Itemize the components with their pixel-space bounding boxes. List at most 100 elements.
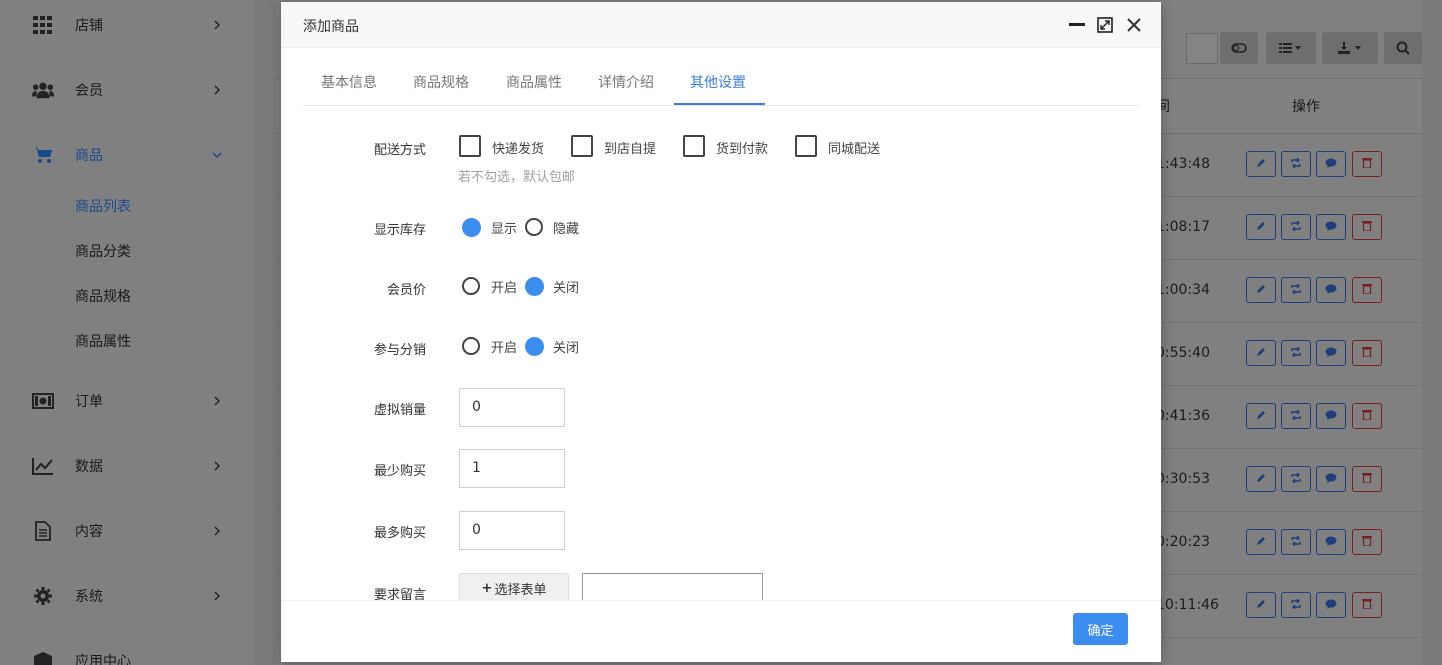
comment-button[interactable] bbox=[1316, 151, 1346, 177]
sync-icon bbox=[1290, 282, 1302, 298]
min-purchase-input[interactable]: 1 bbox=[459, 449, 565, 488]
chevron-right-icon bbox=[212, 461, 222, 471]
delete-button[interactable] bbox=[1352, 277, 1382, 303]
edit-button[interactable] bbox=[1246, 403, 1276, 429]
delete-button[interactable] bbox=[1352, 340, 1382, 366]
comment-button[interactable] bbox=[1316, 592, 1346, 618]
comment-button[interactable] bbox=[1316, 529, 1346, 555]
delete-button[interactable] bbox=[1352, 214, 1382, 240]
sync-button[interactable] bbox=[1281, 214, 1311, 240]
tab-detail-description[interactable]: 详情介绍 bbox=[598, 72, 654, 92]
delivery-method-label: 配送方式 bbox=[373, 143, 426, 158]
show-stock-on-radio[interactable] bbox=[462, 218, 481, 237]
member-price-off-label: 关闭 bbox=[553, 281, 580, 296]
sync-button[interactable] bbox=[1281, 466, 1311, 492]
sidebar-subitem-product-category[interactable]: 商品分类 bbox=[75, 241, 131, 261]
comment-button[interactable] bbox=[1316, 214, 1346, 240]
distribution-off-radio[interactable] bbox=[525, 337, 544, 356]
edit-button[interactable] bbox=[1246, 592, 1276, 618]
express-delivery-checkbox[interactable] bbox=[459, 135, 481, 157]
delete-button[interactable] bbox=[1352, 151, 1382, 177]
dialog-title: 添加商品 bbox=[303, 19, 359, 35]
tab-basic-info[interactable]: 基本信息 bbox=[321, 72, 377, 92]
toggle-columns-button[interactable] bbox=[1220, 32, 1258, 64]
member-price-on-radio[interactable] bbox=[462, 277, 480, 295]
edit-icon bbox=[1256, 219, 1266, 235]
sync-button[interactable] bbox=[1281, 403, 1311, 429]
columns-menu-button[interactable] bbox=[1266, 32, 1316, 64]
minimize-icon[interactable] bbox=[1068, 16, 1086, 34]
same-city-delivery-checkbox[interactable] bbox=[795, 135, 817, 157]
member-price-off-radio[interactable] bbox=[525, 277, 544, 296]
delete-button[interactable] bbox=[1352, 529, 1382, 555]
delete-button[interactable] bbox=[1352, 592, 1382, 618]
sync-button[interactable] bbox=[1281, 277, 1311, 303]
sync-button[interactable] bbox=[1281, 151, 1311, 177]
confirm-button[interactable]: 确定 bbox=[1073, 613, 1128, 645]
edit-button[interactable] bbox=[1246, 340, 1276, 366]
sidebar-item-store[interactable]: 店铺 bbox=[0, 10, 254, 40]
comment-button[interactable] bbox=[1316, 403, 1346, 429]
product-tabs: 基本信息 商品规格 商品属性 详情介绍 其他设置 bbox=[303, 48, 1139, 106]
delete-button[interactable] bbox=[1352, 403, 1382, 429]
comment-button[interactable] bbox=[1316, 340, 1346, 366]
edit-button[interactable] bbox=[1246, 466, 1276, 492]
sidebar-item-system[interactable]: 系统 bbox=[0, 581, 254, 611]
max-purchase-input[interactable]: 0 bbox=[459, 511, 565, 550]
sidebar-item-app-center[interactable]: 应用中心 bbox=[0, 646, 254, 665]
sidebar-item-content[interactable]: 内容 bbox=[0, 516, 254, 546]
sidebar-item-data[interactable]: 数据 bbox=[0, 451, 254, 481]
sync-button[interactable] bbox=[1281, 529, 1311, 555]
edit-button[interactable] bbox=[1246, 151, 1276, 177]
sidebar-subitem-product-spec[interactable]: 商品规格 bbox=[75, 286, 131, 306]
sidebar-item-members[interactable]: 会员 bbox=[0, 75, 254, 105]
store-pickup-checkbox[interactable] bbox=[571, 135, 593, 157]
gear-icon bbox=[32, 585, 54, 607]
maximize-icon[interactable] bbox=[1096, 16, 1114, 34]
edit-icon bbox=[1256, 471, 1266, 487]
trash-icon bbox=[1362, 219, 1372, 235]
distribution-off-label: 关闭 bbox=[553, 341, 580, 356]
tab-product-attribute[interactable]: 商品属性 bbox=[506, 72, 562, 92]
sidebar-item-label: 系统 bbox=[75, 589, 103, 605]
select-form-button[interactable]: + 选择表单 bbox=[459, 573, 569, 603]
plus-icon: + bbox=[481, 581, 493, 596]
chevron-right-icon bbox=[212, 396, 222, 406]
distribution-on-radio[interactable] bbox=[462, 337, 480, 355]
sync-button[interactable] bbox=[1281, 340, 1311, 366]
sidebar-subitem-product-list[interactable]: 商品列表 bbox=[75, 196, 131, 216]
tab-product-spec[interactable]: 商品规格 bbox=[413, 72, 469, 92]
show-stock-off-radio[interactable] bbox=[525, 218, 543, 236]
sidebar-item-orders[interactable]: 订单 bbox=[0, 386, 254, 416]
sync-icon bbox=[1290, 156, 1302, 172]
sidebar-subitem-product-attribute[interactable]: 商品属性 bbox=[75, 331, 131, 351]
comment-button[interactable] bbox=[1316, 466, 1346, 492]
table-cell-time: 10:11:46 bbox=[1156, 597, 1219, 613]
sidebar-item-products[interactable]: 商品 bbox=[0, 140, 254, 170]
chart-icon bbox=[32, 455, 54, 477]
edit-button[interactable] bbox=[1246, 214, 1276, 240]
sidebar: 店铺 会员 商品 商品列表 商品分类 商品规格 商品属性 订单 数据 内容 系统… bbox=[0, 0, 254, 665]
close-icon[interactable] bbox=[1125, 16, 1143, 34]
comment-button[interactable] bbox=[1316, 277, 1346, 303]
edit-button[interactable] bbox=[1246, 277, 1276, 303]
edit-icon bbox=[1256, 597, 1266, 613]
sync-icon bbox=[1290, 408, 1302, 424]
export-button[interactable] bbox=[1322, 32, 1378, 64]
cash-on-delivery-checkbox[interactable] bbox=[683, 135, 705, 157]
distribution-label: 参与分销 bbox=[373, 343, 426, 358]
edit-button[interactable] bbox=[1246, 529, 1276, 555]
message-form-field[interactable] bbox=[582, 573, 763, 603]
users-icon bbox=[32, 79, 54, 101]
tab-other-settings[interactable]: 其他设置 bbox=[690, 72, 746, 92]
delete-button[interactable] bbox=[1352, 466, 1382, 492]
sidebar-item-label: 应用中心 bbox=[75, 654, 131, 665]
search-button[interactable] bbox=[1384, 32, 1422, 64]
search-input[interactable] bbox=[1186, 33, 1218, 64]
virtual-sales-input[interactable]: 0 bbox=[459, 388, 565, 427]
sync-button[interactable] bbox=[1281, 592, 1311, 618]
trash-icon bbox=[1362, 282, 1372, 298]
sync-icon bbox=[1290, 534, 1302, 550]
table-cell-time: 0:55:40 bbox=[1156, 345, 1210, 361]
comment-icon bbox=[1325, 408, 1337, 424]
